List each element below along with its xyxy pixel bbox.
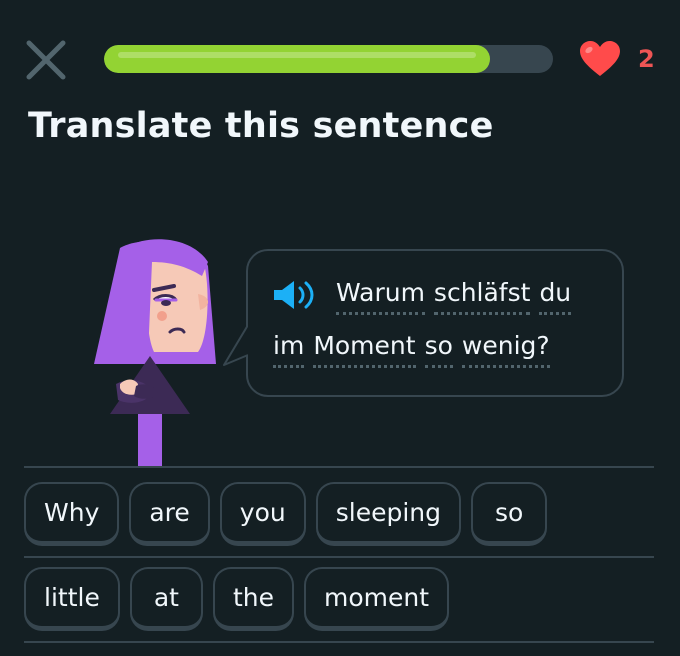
lesson-progress-fill: [104, 45, 491, 73]
hearts-counter[interactable]: 2: [578, 40, 655, 78]
answer-line: [24, 556, 654, 558]
close-icon[interactable]: [24, 38, 68, 82]
word-bank-row-1: Why are you sleeping so: [24, 482, 548, 546]
speech-bubble: [246, 249, 624, 397]
prompt-word[interactable]: schläfst: [433, 278, 530, 315]
word-chip[interactable]: at: [129, 567, 203, 631]
prompt-line-2: im Moment so wenig?: [273, 331, 559, 368]
word-bank-row-2: little at the moment: [24, 567, 450, 631]
word-chip[interactable]: you: [219, 482, 306, 546]
word-chip[interactable]: little: [24, 567, 120, 631]
answer-line: [24, 641, 654, 643]
hearts-count: 2: [638, 45, 655, 73]
lesson-progress-bar: [104, 45, 553, 73]
prompt-word[interactable]: wenig?: [461, 331, 550, 368]
prompt-word[interactable]: du: [539, 278, 571, 315]
page-title: Translate this sentence: [28, 106, 494, 146]
word-chip[interactable]: Why: [24, 482, 120, 546]
progress-shine: [118, 52, 477, 58]
word-chip[interactable]: sleeping: [315, 482, 461, 546]
word-chip[interactable]: so: [471, 482, 548, 546]
word-chip[interactable]: the: [212, 567, 294, 631]
prompt-line-1: Warum schläfst du: [336, 278, 580, 315]
character-illustration: [94, 239, 216, 468]
word-chip[interactable]: moment: [303, 567, 450, 631]
prompt-word[interactable]: Moment: [313, 331, 416, 368]
prompt-word[interactable]: Warum: [336, 278, 425, 315]
answer-line: [24, 466, 654, 468]
speaker-icon[interactable]: [272, 278, 318, 312]
prompt-word[interactable]: im: [273, 331, 305, 368]
speech-bubble-tail: [223, 325, 252, 371]
word-chip[interactable]: are: [129, 482, 210, 546]
heart-icon: [580, 41, 620, 76]
prompt-word[interactable]: so: [424, 331, 454, 368]
